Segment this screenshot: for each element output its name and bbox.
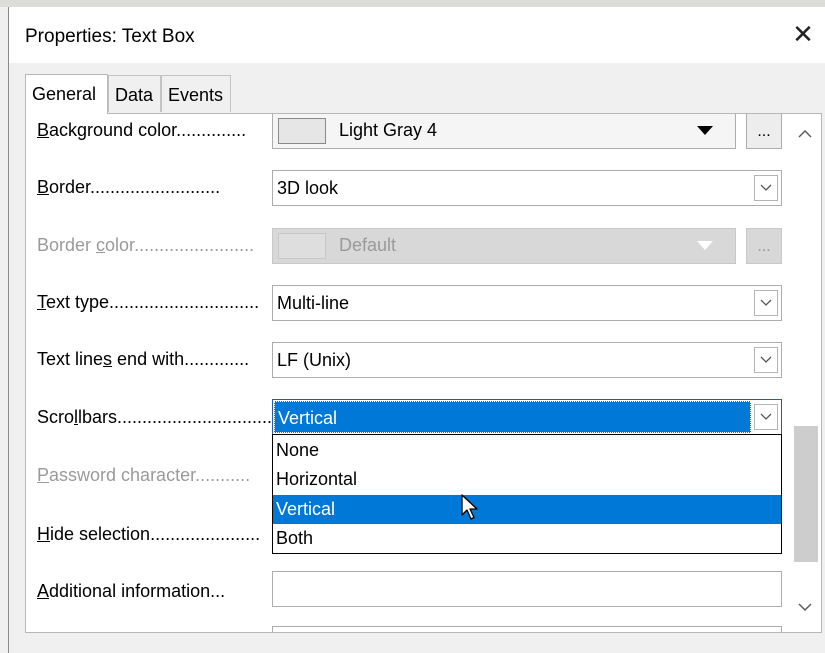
dropdown-arrow-icon bbox=[697, 241, 713, 250]
properties-dialog: Properties: Text Box ✕ General Data Even… bbox=[8, 7, 825, 653]
hide-selection-label: Hide selection...................... bbox=[37, 524, 261, 544]
tab-data[interactable]: Data bbox=[108, 75, 161, 112]
option-horizontal[interactable]: Horizontal bbox=[273, 465, 781, 494]
border-label: Border.......................... bbox=[37, 177, 221, 197]
chevron-down-icon[interactable] bbox=[754, 290, 778, 316]
background-color-label: Background color.............. bbox=[37, 120, 247, 140]
chevron-down-icon[interactable] bbox=[754, 175, 778, 201]
background-color-value: Light Gray 4 bbox=[339, 120, 438, 140]
dialog-title: Properties: Text Box bbox=[25, 26, 195, 47]
chevron-down-icon[interactable] bbox=[754, 347, 778, 373]
border-color-more-button: ... bbox=[746, 228, 782, 264]
tab-events[interactable]: Events bbox=[161, 75, 231, 112]
general-panel: Background color.............. Light Gra… bbox=[25, 113, 822, 633]
background-window-strip bbox=[0, 0, 825, 7]
text-type-select[interactable]: Multi-line bbox=[272, 285, 782, 321]
option-vertical[interactable]: Vertical bbox=[273, 495, 781, 524]
chevron-up-icon[interactable] bbox=[789, 120, 821, 148]
border-color-label: Border color........................ bbox=[37, 235, 255, 255]
border-color-value: Default bbox=[339, 235, 397, 255]
password-character-label: Password character........... bbox=[37, 465, 251, 485]
text-lines-end-value: LF (Unix) bbox=[277, 350, 352, 370]
additional-information-input[interactable] bbox=[272, 571, 782, 607]
additional-information-label: Additional information... bbox=[37, 581, 226, 601]
option-none[interactable]: None bbox=[273, 436, 781, 465]
background-color-more-button[interactable]: ... bbox=[746, 114, 782, 149]
scrollbars-value: Vertical bbox=[274, 401, 751, 433]
color-swatch bbox=[278, 118, 326, 144]
chevron-down-icon[interactable] bbox=[789, 594, 821, 622]
text-type-label: Text type.............................. bbox=[37, 292, 260, 312]
text-lines-end-label: Text lines end with............. bbox=[37, 349, 250, 369]
border-color-select: Default bbox=[272, 228, 736, 264]
mouse-pointer-icon bbox=[461, 494, 478, 520]
scrollbars-label: Scrollbars..............................… bbox=[37, 407, 273, 427]
panel-scrollbar[interactable] bbox=[789, 114, 821, 632]
dropdown-arrow-icon bbox=[697, 126, 713, 135]
scrollbars-dropdown-list: None Horizontal Vertical Both bbox=[272, 434, 782, 554]
border-select[interactable]: 3D look bbox=[272, 170, 782, 206]
option-both[interactable]: Both bbox=[273, 524, 781, 553]
color-swatch bbox=[278, 233, 326, 259]
text-lines-end-select[interactable]: LF (Unix) bbox=[272, 342, 782, 378]
text-type-value: Multi-line bbox=[277, 293, 350, 313]
close-icon[interactable]: ✕ bbox=[785, 17, 821, 53]
scrollbars-select[interactable]: Vertical bbox=[272, 399, 782, 435]
scrollbar-thumb[interactable] bbox=[794, 426, 818, 562]
border-value: 3D look bbox=[277, 178, 339, 198]
tab-general[interactable]: General bbox=[25, 74, 108, 114]
chevron-down-icon[interactable] bbox=[754, 404, 778, 430]
title-bar: Properties: Text Box ✕ bbox=[9, 7, 825, 63]
background-color-select[interactable]: Light Gray 4 bbox=[272, 114, 736, 149]
next-row-input[interactable] bbox=[272, 626, 782, 632]
